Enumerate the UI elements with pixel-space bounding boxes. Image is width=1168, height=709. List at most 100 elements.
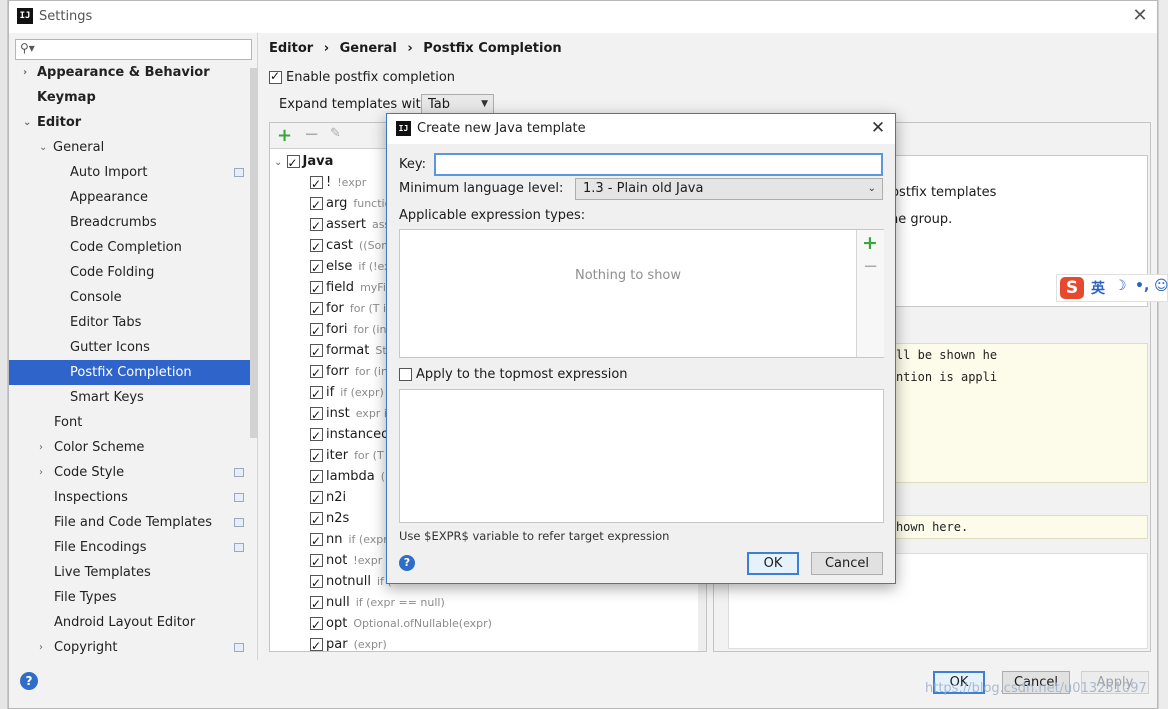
template-text-editor[interactable]	[399, 389, 884, 523]
template-row[interactable]: null if (expr == null)	[310, 592, 445, 615]
template-row[interactable]: par (expr)	[310, 634, 387, 657]
template-row[interactable]: not !expr	[310, 550, 382, 573]
window-close-icon[interactable]: ✕	[1129, 5, 1151, 27]
chevron-right-icon[interactable]: ›	[39, 460, 43, 485]
template-checkbox[interactable]	[310, 426, 323, 447]
sidebar-item[interactable]: Live Templates	[9, 560, 258, 585]
template-row[interactable]: nn if (expr	[310, 529, 388, 552]
add-template-icon[interactable]: +	[277, 125, 292, 146]
template-row[interactable]: notnullif (	[310, 571, 392, 594]
add-type-icon[interactable]: +	[862, 232, 878, 254]
sidebar-item[interactable]: ⌄ General	[9, 135, 258, 160]
template-row[interactable]: lambda()	[310, 466, 389, 489]
chevron-down-icon[interactable]: ⌄	[39, 135, 47, 160]
sidebar-item[interactable]: Keymap	[9, 85, 258, 110]
chevron-right-icon[interactable]: ›	[39, 435, 43, 460]
template-row[interactable]: n2i	[310, 487, 352, 510]
apply-topmost-checkbox[interactable]	[399, 368, 412, 381]
enable-postfix-checkbox[interactable]	[269, 69, 282, 84]
sidebar-item[interactable]: Smart Keys	[9, 385, 258, 410]
template-row[interactable]: formatStri	[310, 340, 394, 363]
template-row[interactable]: cast((Som	[310, 235, 392, 258]
template-checkbox[interactable]	[310, 174, 323, 195]
template-checkbox[interactable]	[310, 489, 323, 510]
template-checkbox[interactable]	[310, 405, 323, 426]
template-checkbox[interactable]	[310, 594, 323, 615]
sidebar-item[interactable]: › Appearance & Behavior	[9, 60, 258, 85]
template-row[interactable]: argfunctio	[310, 193, 391, 216]
sidebar-item[interactable]: Appearance	[9, 185, 258, 210]
key-input[interactable]	[434, 153, 883, 176]
remove-type-icon[interactable]: −	[863, 256, 878, 277]
template-checkbox[interactable]	[310, 573, 323, 594]
template-checkbox[interactable]	[310, 510, 323, 531]
sidebar-scrollbar[interactable]	[250, 68, 258, 438]
sidebar-item[interactable]: Postfix Completion	[9, 360, 258, 385]
expand-templates-select[interactable]: Tab ▼	[421, 94, 494, 115]
template-row[interactable]: for for (T it	[310, 298, 390, 321]
template-checkbox[interactable]	[310, 531, 323, 552]
template-checkbox[interactable]	[310, 636, 323, 657]
template-checkbox[interactable]	[310, 342, 323, 363]
template-checkbox[interactable]	[310, 216, 323, 237]
template-checkbox[interactable]	[310, 279, 323, 300]
settings-search-input[interactable]: ⚲▾	[15, 39, 252, 60]
sidebar-item[interactable]: › Color Scheme	[9, 435, 258, 460]
help-icon[interactable]: ?	[399, 555, 415, 571]
template-row[interactable]: iterfor (T it	[310, 445, 395, 468]
sidebar-item[interactable]: Auto Import	[9, 160, 258, 185]
template-row[interactable]: opt Optional.ofNullable(expr)	[310, 613, 492, 636]
sidebar-item[interactable]: Inspections	[9, 485, 258, 510]
template-checkbox[interactable]	[310, 195, 323, 216]
emoji-icon[interactable]: ☺	[1154, 278, 1168, 294]
template-checkbox[interactable]	[310, 447, 323, 468]
template-row[interactable]: elseif (!ex	[310, 256, 391, 279]
dialog-cancel-button[interactable]: Cancel	[811, 552, 883, 575]
template-row[interactable]: forifor (int	[310, 319, 391, 342]
apply-topmost-row[interactable]: Apply to the topmost expression	[399, 367, 628, 382]
sidebar-item[interactable]: Font	[9, 410, 258, 435]
sidebar-item[interactable]: Editor Tabs	[9, 310, 258, 335]
dialog-ok-button[interactable]: OK	[747, 552, 799, 575]
template-checkbox[interactable]	[310, 321, 323, 342]
chevron-right-icon[interactable]: ›	[23, 60, 27, 85]
breadcrumb-part[interactable]: Editor	[269, 41, 313, 56]
chevron-down-icon[interactable]: ⌄	[23, 110, 31, 135]
sidebar-item[interactable]: › Code Style	[9, 460, 258, 485]
template-row[interactable]: if if (expr)	[310, 382, 384, 405]
remove-template-icon[interactable]: −	[304, 124, 319, 145]
chevron-right-icon[interactable]: ›	[39, 635, 43, 660]
moon-icon[interactable]: ☽	[1114, 278, 1127, 294]
sidebar-item[interactable]: Breadcrumbs	[9, 210, 258, 235]
template-checkbox[interactable]	[310, 258, 323, 279]
template-checkbox[interactable]	[310, 300, 323, 321]
chevron-down-icon[interactable]: ⌄	[274, 157, 282, 168]
template-row[interactable]: fieldmyFie	[310, 277, 393, 300]
sidebar-item[interactable]: File Types	[9, 585, 258, 610]
template-checkbox[interactable]	[310, 363, 323, 384]
punctuation-icon[interactable]: •,	[1135, 278, 1149, 294]
sidebar-item[interactable]: Android Layout Editor	[9, 610, 258, 635]
ime-language-toggle[interactable]: 英	[1091, 278, 1105, 298]
help-icon[interactable]: ?	[20, 672, 38, 690]
sidebar-item[interactable]: ⌄ Editor	[9, 110, 258, 135]
template-checkbox[interactable]	[310, 615, 323, 636]
ime-logo-icon[interactable]: S	[1060, 277, 1084, 299]
expression-types-list[interactable]: Nothing to show + −	[399, 229, 884, 358]
breadcrumb-part[interactable]: General	[340, 41, 397, 56]
sidebar-item[interactable]: File Encodings	[9, 535, 258, 560]
dialog-close-icon[interactable]: ✕	[867, 117, 889, 139]
template-checkbox[interactable]	[310, 384, 323, 405]
template-group-row[interactable]: ⌄ Java	[270, 151, 333, 174]
sidebar-item[interactable]: Code Folding	[9, 260, 258, 285]
template-group-checkbox[interactable]	[286, 153, 300, 174]
sidebar-item[interactable]: Gutter Icons	[9, 335, 258, 360]
sidebar-item[interactable]: File and Code Templates	[9, 510, 258, 535]
template-checkbox[interactable]	[310, 468, 323, 489]
template-row[interactable]: n2s	[310, 508, 355, 531]
template-checkbox[interactable]	[310, 237, 323, 258]
template-row[interactable]: ! !expr	[310, 172, 366, 195]
sidebar-item[interactable]: Code Completion	[9, 235, 258, 260]
template-row[interactable]: instexpr in	[310, 403, 394, 426]
min-language-level-select[interactable]: 1.3 - Plain old Java ⌄	[575, 178, 883, 200]
